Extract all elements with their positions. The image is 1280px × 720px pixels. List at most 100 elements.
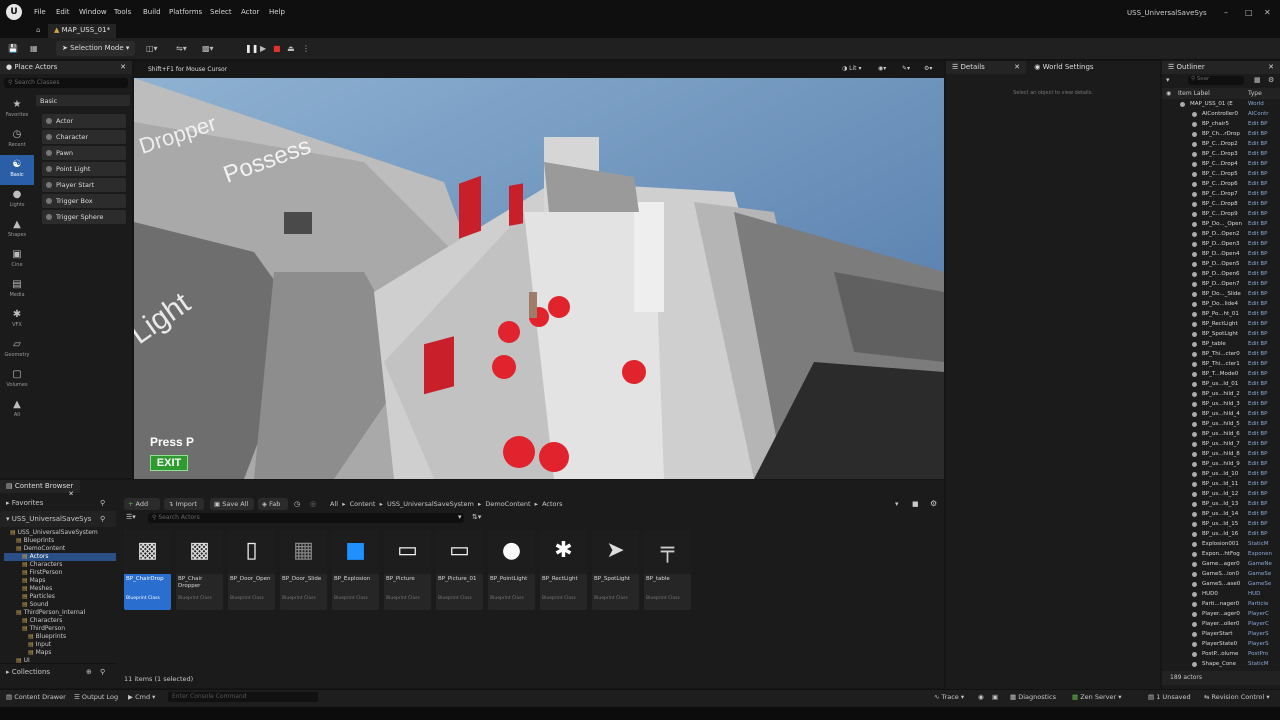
lock-icon[interactable]: ■	[912, 500, 919, 508]
outliner-row[interactable]: BP_C...Drop3 Edit BP	[1162, 149, 1280, 159]
outliner-row[interactable]: BP_C...Drop9 Edit BP	[1162, 209, 1280, 219]
snap-icon[interactable]: ✎▾	[902, 65, 910, 72]
outliner-row[interactable]: Explosion001 StaticM	[1162, 539, 1280, 549]
outliner-item-type[interactable]: Edit BP	[1248, 329, 1268, 339]
asset-tile[interactable]: ▭ BP_Picture_01 Blueprint Class	[436, 530, 483, 610]
outliner-item-type[interactable]: HUD	[1248, 589, 1260, 599]
outliner-tab[interactable]: ☰ Outliner ✕	[1162, 61, 1280, 74]
outliner-row[interactable]: BP_us...hild_3 Edit BP	[1162, 399, 1280, 409]
outliner-item-type[interactable]: Edit BP	[1248, 239, 1268, 249]
zen-server-dropdown[interactable]: ▦ Zen Server ▾	[1072, 693, 1122, 701]
outliner-row[interactable]: BP_us...ld_11 Edit BP	[1162, 479, 1280, 489]
outliner-row[interactable]: BP_D...Open4 Edit BP	[1162, 249, 1280, 259]
outliner-row[interactable]: BP_us...ld_13 Edit BP	[1162, 499, 1280, 509]
menu-help[interactable]: Help	[269, 8, 285, 16]
lit-mode-dropdown[interactable]: ◑ Lit ▾	[842, 65, 861, 72]
asset-tile[interactable]: ▯ BP_Door_Open Blueprint Class	[228, 530, 275, 610]
outliner-row[interactable]: BP_table Edit BP	[1162, 339, 1280, 349]
outliner-row[interactable]: BP_us...ld_14 Edit BP	[1162, 509, 1280, 519]
map-tab[interactable]: ▲ MAP_USS_01*	[48, 24, 117, 38]
asset-tile[interactable]: ■ BP_Explosion Blueprint Class	[332, 530, 379, 610]
outliner-item-type[interactable]: Edit BP	[1248, 519, 1268, 529]
outliner-item-type[interactable]: Edit BP	[1248, 339, 1268, 349]
outliner-row[interactable]: BP_C...Drop5 Edit BP	[1162, 169, 1280, 179]
place-item-trigger-box[interactable]: Trigger Box	[42, 194, 126, 208]
outliner-item-type[interactable]: Edit BP	[1248, 249, 1268, 259]
outliner-item-type[interactable]: Particle	[1248, 599, 1268, 609]
minimize-icon[interactable]: –	[1224, 8, 1228, 17]
selection-mode-dropdown[interactable]: ➤ Selection Mode ▾	[56, 41, 136, 56]
fab-button[interactable]: ◈ Fab	[258, 498, 288, 510]
category-basic[interactable]: ☯ Basic	[0, 155, 34, 185]
close-tab-icon[interactable]: ✕	[1268, 63, 1274, 71]
outliner-item-type[interactable]: Edit BP	[1248, 149, 1268, 159]
outliner-row[interactable]: HUD0 HUD	[1162, 589, 1280, 599]
outliner-row[interactable]: Shape_Cone StaticM	[1162, 659, 1280, 669]
menu-tools[interactable]: Tools	[114, 8, 131, 16]
outliner-item-type[interactable]: Edit BP	[1248, 409, 1268, 419]
outliner-item-type[interactable]: Edit BP	[1248, 209, 1268, 219]
outliner-item-type[interactable]: Edit BP	[1248, 179, 1268, 189]
import-button[interactable]: ↴ Import	[164, 498, 204, 510]
place-item-trigger-sphere[interactable]: Trigger Sphere	[42, 210, 126, 224]
col-type[interactable]: Type	[1248, 90, 1262, 97]
outliner-item-type[interactable]: Edit BP	[1248, 359, 1268, 369]
filter-icon[interactable]: ▾	[1166, 76, 1170, 84]
outliner-item-type[interactable]: AIContr	[1248, 109, 1269, 119]
folder-tree-item[interactable]: ▤ Actors	[4, 553, 116, 561]
outliner-row[interactable]: BP_us...hild_2 Edit BP	[1162, 389, 1280, 399]
asset-tile[interactable]: ▦ BP_Door_Slide Blueprint Class	[280, 530, 327, 610]
content-drawer-button[interactable]: ▤ Content Drawer	[6, 693, 66, 701]
outliner-row[interactable]: BP_us...hild_5 Edit BP	[1162, 419, 1280, 429]
outliner-row[interactable]: BP_us...hild_9 Edit BP	[1162, 459, 1280, 469]
folder-tree-item[interactable]: ▤ ThirdPerson	[4, 625, 116, 633]
sort-icon[interactable]: ⇅▾	[472, 513, 481, 521]
category-lights[interactable]: ● Lights	[0, 185, 34, 215]
outliner-item-type[interactable]: Edit BP	[1248, 429, 1268, 439]
save-icon[interactable]: 💾	[8, 42, 18, 56]
menu-platforms[interactable]: Platforms	[169, 8, 202, 16]
outliner-row[interactable]: BP_us...ld_01 Edit BP	[1162, 379, 1280, 389]
asset-tile[interactable]: ▭ BP_Picture Blueprint Class	[384, 530, 431, 610]
menu-build[interactable]: Build	[143, 8, 161, 16]
category-cine[interactable]: ▣ Cine	[0, 245, 34, 275]
outliner-row[interactable]: BP_us...ld_10 Edit BP	[1162, 469, 1280, 479]
folder-tree-item[interactable]: ▤ USS_UniversalSaveSystem	[4, 529, 116, 537]
outliner-row[interactable]: GameS...ase0 GameSe	[1162, 579, 1280, 589]
outliner-item-type[interactable]: GameNe	[1248, 559, 1272, 569]
place-item-actor[interactable]: Actor	[42, 114, 126, 128]
outliner-item-type[interactable]: Edit BP	[1248, 469, 1268, 479]
breadcrumb-item[interactable]: All	[330, 500, 338, 508]
outliner-item-type[interactable]: PlayerC	[1248, 619, 1269, 629]
cinematics-icon[interactable]: ▩▾	[202, 42, 214, 56]
unsaved-button[interactable]: ▤ 1 Unsaved	[1148, 693, 1191, 701]
search-icon[interactable]: ⚲	[100, 515, 105, 523]
category-media[interactable]: ▤ Media	[0, 275, 34, 305]
folder-tree-item[interactable]: ▤ Maps	[4, 649, 116, 657]
outliner-row[interactable]: BP_chair5 Edit BP	[1162, 119, 1280, 129]
place-item-character[interactable]: Character	[42, 130, 126, 144]
history-icon[interactable]: ◷	[294, 500, 300, 508]
category-favorites[interactable]: ★ Favorites	[0, 95, 34, 125]
outliner-item-type[interactable]: Edit BP	[1248, 269, 1268, 279]
output-log-button[interactable]: ☰ Output Log	[74, 693, 118, 701]
outliner-row[interactable]: BP_C...Drop6 Edit BP	[1162, 179, 1280, 189]
favorites-header[interactable]: ▸ Favorites ⚲	[0, 495, 116, 511]
add-collection-icon[interactable]: ⊕	[86, 668, 92, 676]
collections-header[interactable]: ▸ Collections ⊕ ⚲	[0, 663, 116, 679]
place-actors-tab[interactable]: ● Place Actors ✕	[0, 61, 132, 74]
record-icon[interactable]: ◉	[978, 693, 984, 701]
add-folder-icon[interactable]: ▦	[1254, 76, 1261, 84]
outliner-row[interactable]: Player...oller0 PlayerC	[1162, 619, 1280, 629]
close-tab-icon[interactable]: ✕	[120, 63, 126, 71]
world-settings-tab[interactable]: ◉ World Settings	[1028, 61, 1119, 74]
outliner-item-type[interactable]: PlayerS	[1248, 639, 1269, 649]
outliner-row[interactable]: BP_us...ld_16 Edit BP	[1162, 529, 1280, 539]
outliner-item-type[interactable]: Edit BP	[1248, 479, 1268, 489]
outliner-item-type[interactable]: GameSe	[1248, 569, 1271, 579]
folder-tree-item[interactable]: ▤ Sound	[4, 601, 116, 609]
asset-tile[interactable]: ➤ BP_SpotLight Blueprint Class	[592, 530, 639, 610]
menu-window[interactable]: Window	[79, 8, 107, 16]
category-shapes[interactable]: ▲ Shapes	[0, 215, 34, 245]
outliner-item-type[interactable]: PostPro	[1248, 649, 1268, 659]
